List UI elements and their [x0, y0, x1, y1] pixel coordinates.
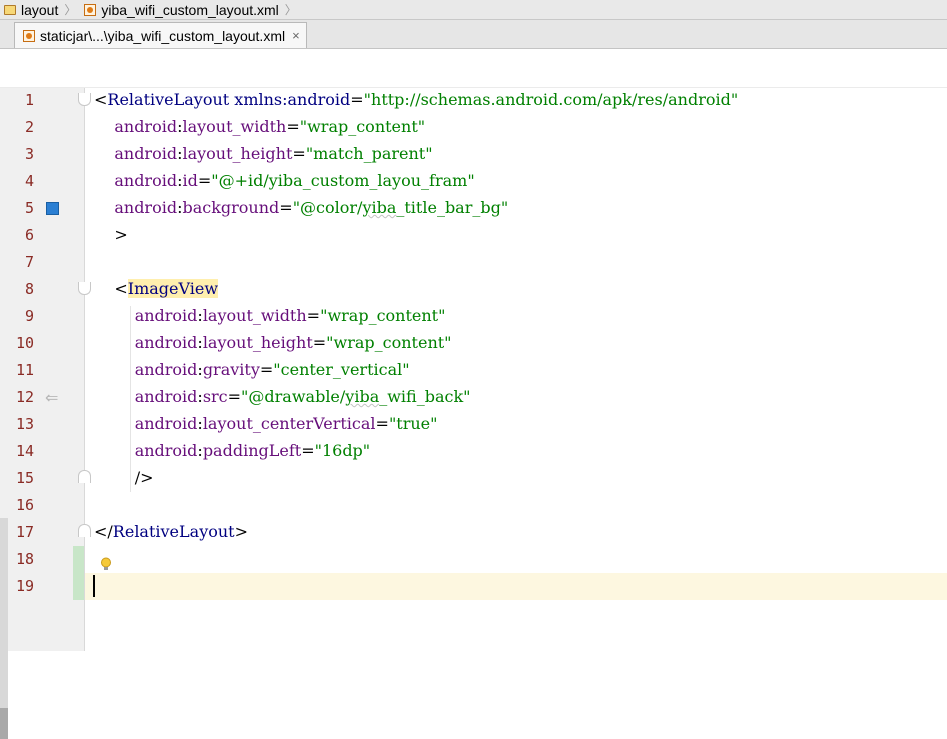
code-line[interactable]: 17 </RelativeLayout>: [0, 520, 947, 547]
code-line[interactable]: 8 <ImageView: [0, 277, 947, 304]
editor-header-area: [0, 49, 947, 88]
code-text[interactable]: android:layout_centerVertical="true": [94, 414, 438, 433]
text-caret: [93, 575, 95, 597]
breadcrumb-label: yiba_wifi_custom_layout.xml: [101, 1, 279, 18]
tab-yiba-wifi-custom-layout[interactable]: staticjar\...\yiba_wifi_custom_layout.xm…: [14, 22, 307, 48]
code-line[interactable]: 5 android:background="@color/yiba_title_…: [0, 196, 947, 223]
code-line[interactable]: 12 android:src="@drawable/yiba_wifi_back…: [0, 385, 947, 412]
code-text[interactable]: android:background="@color/yiba_title_ba…: [94, 198, 508, 217]
line-number: 4: [24, 172, 34, 190]
scrollbar-thumb[interactable]: [0, 708, 8, 739]
code-text[interactable]: android:layout_height="wrap_content": [94, 333, 452, 352]
line-number: 19: [15, 577, 34, 595]
code-text[interactable]: android:paddingLeft="16dp": [94, 441, 370, 460]
line-number: 8: [24, 280, 34, 298]
code-text[interactable]: />: [94, 468, 154, 487]
breadcrumb-file[interactable]: yiba_wifi_custom_layout.xml: [80, 0, 284, 19]
code-text[interactable]: </RelativeLayout>: [94, 522, 248, 541]
code-text[interactable]: android:layout_height="match_parent": [94, 144, 432, 163]
lightbulb-icon[interactable]: [100, 557, 114, 573]
line-number: 18: [15, 550, 34, 568]
line-number: 11: [15, 361, 34, 379]
line-number: 9: [24, 307, 34, 325]
code-text[interactable]: <ImageView: [94, 279, 219, 298]
code-text[interactable]: <RelativeLayout xmlns:android="http://sc…: [94, 90, 738, 109]
code-line[interactable]: 10 android:layout_height="wrap_content": [0, 331, 947, 358]
code-line[interactable]: 1 <RelativeLayout xmlns:android="http://…: [0, 88, 947, 115]
line-number: 10: [15, 334, 34, 352]
line-number: 5: [24, 199, 34, 217]
line-number: 2: [24, 118, 34, 136]
line-number: 3: [24, 145, 34, 163]
code-line[interactable]: 4 android:id="@+id/yiba_custom_layou_fra…: [0, 169, 947, 196]
code-text[interactable]: android:src="@drawable/yiba_wifi_back": [94, 387, 471, 406]
line-number: 12: [15, 388, 34, 406]
code-line[interactable]: 18: [0, 547, 947, 574]
line-number: 17: [15, 523, 34, 541]
code-line-current[interactable]: 19: [0, 574, 947, 601]
code-line[interactable]: 15 />: [0, 466, 947, 493]
breadcrumb-separator-icon: 〉: [64, 3, 77, 17]
folder-icon: [4, 4, 16, 15]
code-text[interactable]: android:layout_width="wrap_content": [94, 117, 425, 136]
code-line[interactable]: 13 android:layout_centerVertical="true": [0, 412, 947, 439]
code-line[interactable]: 6 >: [0, 223, 947, 250]
code-line[interactable]: 14 android:paddingLeft="16dp": [0, 439, 947, 466]
breadcrumb-layout[interactable]: layout: [0, 0, 64, 19]
navigation-bar: layout 〉 yiba_wifi_custom_layout.xml 〉: [0, 0, 947, 20]
line-number: 7: [24, 253, 34, 271]
line-number: 16: [15, 496, 34, 514]
close-icon[interactable]: ×: [292, 28, 300, 43]
code-text[interactable]: >: [94, 225, 127, 244]
tab-label: staticjar\...\yiba_wifi_custom_layout.xm…: [40, 27, 286, 44]
code-text[interactable]: android:id="@+id/yiba_custom_layou_fram": [94, 171, 474, 190]
line-number: 13: [15, 415, 34, 433]
code-line[interactable]: 16: [0, 493, 947, 520]
code-text[interactable]: android:layout_width="wrap_content": [94, 306, 446, 325]
line-number: 15: [15, 469, 34, 487]
editor-tab-strip: staticjar\...\yiba_wifi_custom_layout.xm…: [0, 20, 947, 49]
code-line[interactable]: 9 android:layout_width="wrap_content": [0, 304, 947, 331]
code-line[interactable]: 2 android:layout_width="wrap_content": [0, 115, 947, 142]
line-number: 6: [24, 226, 34, 244]
line-number: 1: [24, 91, 34, 109]
code-line[interactable]: 3 android:layout_height="match_parent": [0, 142, 947, 169]
line-number: 14: [15, 442, 34, 460]
breadcrumb-label: layout: [21, 1, 59, 18]
xml-file-icon: [84, 3, 97, 16]
xml-file-icon: [23, 29, 35, 42]
code-line[interactable]: 7: [0, 250, 947, 277]
code-line[interactable]: 11 android:gravity="center_vertical": [0, 358, 947, 385]
code-text[interactable]: android:gravity="center_vertical": [94, 360, 410, 379]
breadcrumb-separator-icon: 〉: [284, 3, 297, 17]
